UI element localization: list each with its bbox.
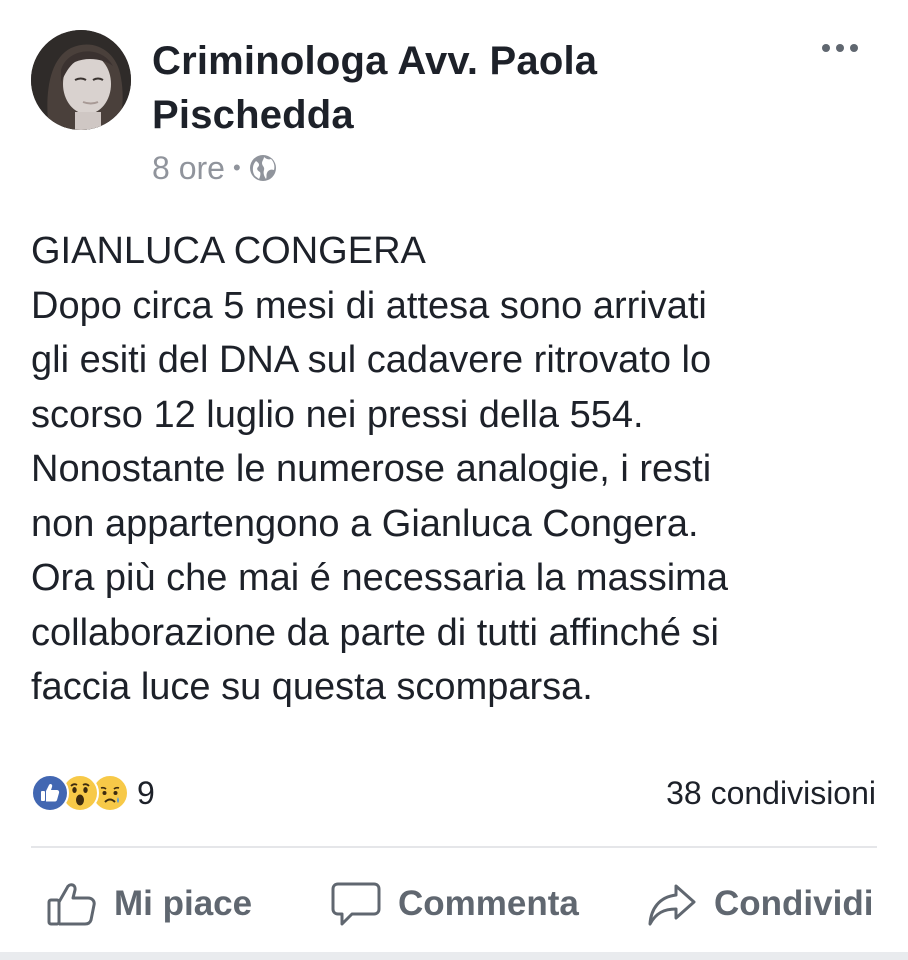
shares-count[interactable]: 38 condivisioni xyxy=(666,772,876,814)
comment-bubble-icon xyxy=(331,882,381,926)
post-text-line: non appartengono a Gianluca Congera. xyxy=(31,502,699,545)
post-text-line: faccia luce su questa scomparsa. xyxy=(31,666,593,708)
post-text: GIANLUCA CONGERA Dopo circa 5 mesi di at… xyxy=(31,224,891,715)
author-name-line2: Pischedda xyxy=(152,93,354,137)
globe-icon[interactable] xyxy=(249,154,277,182)
thumbs-up-icon xyxy=(47,883,96,926)
post-text-line: Dopo circa 5 mesi di attesa sono arrivat… xyxy=(31,284,707,327)
like-button[interactable]: Mi piace xyxy=(46,868,252,940)
author-name[interactable]: Criminologa Avv. Paola Pischedda xyxy=(152,34,792,142)
comment-button[interactable]: Commenta xyxy=(330,868,579,940)
post-bottom-border xyxy=(0,952,908,960)
post-text-line: Nonostante le numerose analogie, i resti xyxy=(31,448,712,490)
more-options-button[interactable] xyxy=(812,36,868,60)
post-text-line: collaborazione da parte di tutti affinch… xyxy=(31,611,719,654)
avatar[interactable] xyxy=(31,30,131,130)
share-arrow-icon xyxy=(648,884,696,926)
post-meta: 8 ore • xyxy=(152,148,277,188)
author-name-line1: Criminologa Avv. Paola xyxy=(152,39,598,83)
like-button-label: Mi piace xyxy=(114,884,253,923)
like-reaction-icon xyxy=(31,774,69,812)
post-actions-bar: Mi piace Commenta Condividi xyxy=(0,868,908,940)
ellipsis-dot xyxy=(850,44,858,52)
ellipsis-dot xyxy=(822,44,830,52)
facebook-post: Criminologa Avv. Paola Pischedda 8 ore •… xyxy=(0,0,908,960)
post-text-line: scorso 12 luglio nei pressi della 554. xyxy=(31,393,644,436)
comment-button-label: Commenta xyxy=(398,884,579,923)
meta-separator: • xyxy=(232,155,241,180)
post-text-line: GIANLUCA CONGERA xyxy=(31,230,426,272)
divider xyxy=(31,846,877,848)
reactions-summary[interactable]: 9 xyxy=(31,772,155,814)
reaction-count: 9 xyxy=(137,774,155,811)
post-text-line: gli esiti del DNA sul cadavere ritrovato… xyxy=(31,339,712,381)
share-button-label: Condividi xyxy=(714,884,874,923)
ellipsis-dot xyxy=(836,44,844,52)
post-text-line: Ora più che mai é necessaria la massima xyxy=(31,557,728,599)
share-button[interactable]: Condividi xyxy=(646,868,873,940)
post-timestamp[interactable]: 8 ore xyxy=(152,150,225,187)
profile-photo-icon xyxy=(31,30,131,130)
